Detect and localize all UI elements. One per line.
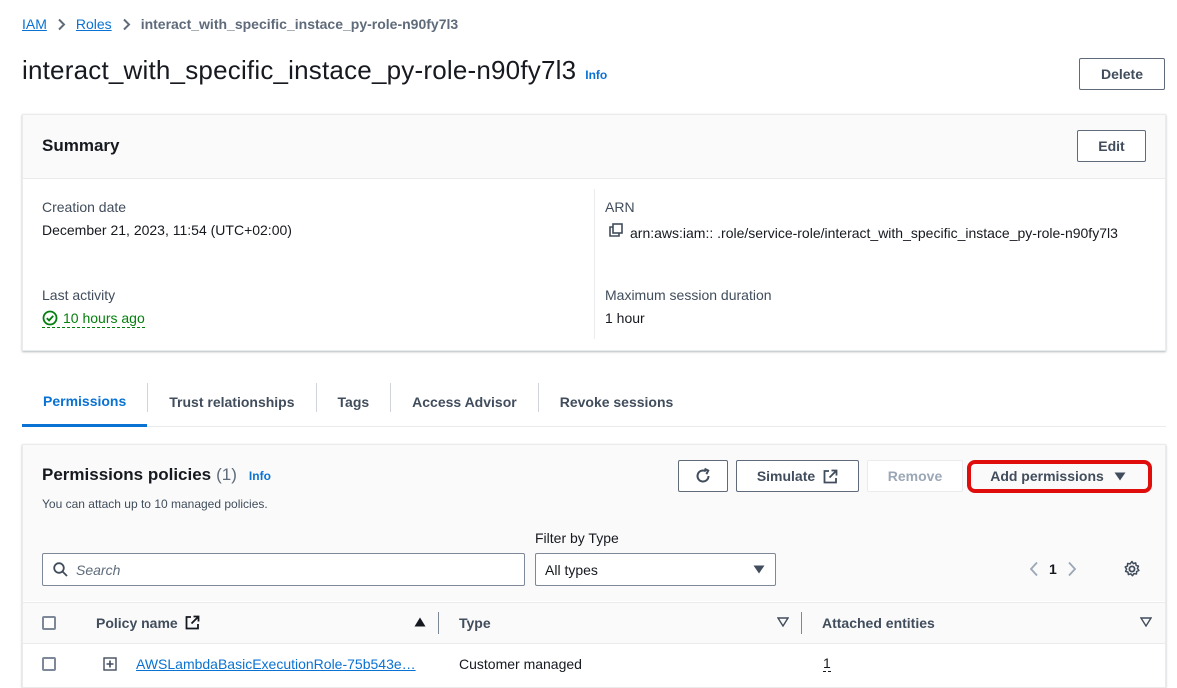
sort-icon[interactable] [1140, 617, 1152, 627]
breadcrumb-roles[interactable]: Roles [76, 16, 112, 32]
next-page-icon[interactable] [1067, 561, 1077, 577]
creation-date-value: December 21, 2023, 11:54 (UTC+02:00) [42, 222, 292, 238]
caret-down-icon [753, 565, 765, 574]
permissions-info-link[interactable]: Info [249, 469, 271, 483]
creation-date-label: Creation date [42, 199, 127, 215]
external-link-icon [185, 615, 200, 630]
sort-icon[interactable] [777, 617, 789, 627]
pagination: 1 [1029, 561, 1077, 577]
remove-button[interactable]: Remove [867, 460, 963, 492]
column-divider [594, 189, 595, 339]
external-link-icon [823, 469, 838, 484]
expand-icon[interactable] [103, 657, 117, 671]
last-activity-label: Last activity [42, 287, 116, 303]
column-attached-entities[interactable]: Attached entities [822, 615, 935, 631]
refresh-button[interactable] [678, 460, 728, 492]
summary-title: Summary [42, 136, 120, 155]
attached-entities-count[interactable]: 1 [823, 656, 831, 672]
column-divider [438, 612, 439, 634]
refresh-icon [694, 467, 712, 485]
tab-permissions[interactable]: Permissions [22, 378, 148, 427]
filter-type-select[interactable]: All types [535, 553, 776, 586]
select-all-checkbox[interactable] [42, 616, 56, 630]
search-field[interactable] [42, 553, 525, 586]
gear-icon[interactable] [1123, 560, 1141, 578]
breadcrumb-iam[interactable]: IAM [22, 16, 47, 32]
filter-type-value: All types [545, 561, 598, 578]
edit-button[interactable]: Edit [1077, 130, 1146, 162]
permissions-policies-container: Permissions policies (1) Info You can at… [22, 444, 1166, 688]
filter-by-type-label: Filter by Type [535, 530, 619, 546]
tab-revoke-sessions[interactable]: Revoke sessions [539, 378, 695, 426]
permissions-description: You can attach up to 10 managed policies… [42, 497, 268, 511]
previous-page-icon[interactable] [1029, 561, 1039, 577]
permissions-title-text: Permissions policies [42, 465, 212, 484]
tab-access-advisor[interactable]: Access Advisor [391, 378, 538, 426]
permissions-title: Permissions policies (1) Info [42, 465, 271, 485]
last-activity-text: 10 hours ago [63, 310, 145, 326]
add-permissions-label: Add permissions [990, 468, 1104, 484]
summary-header: Summary Edit [23, 115, 1165, 179]
sort-ascending-icon[interactable] [414, 617, 426, 627]
simulate-label: Simulate [756, 468, 816, 484]
arn-label: ARN [605, 199, 635, 215]
tab-bar: Permissions Trust relationships Tags Acc… [22, 378, 1166, 427]
info-link[interactable]: Info [585, 68, 607, 82]
policy-type: Customer managed [459, 656, 582, 672]
tab-tags[interactable]: Tags [317, 378, 391, 426]
simulate-button[interactable]: Simulate [736, 460, 859, 492]
page-number[interactable]: 1 [1049, 561, 1057, 577]
column-divider [801, 612, 802, 634]
last-activity-value[interactable]: 10 hours ago [42, 310, 145, 328]
add-permissions-button[interactable]: Add permissions [969, 460, 1147, 492]
search-icon [53, 562, 68, 577]
copy-icon[interactable] [609, 223, 623, 237]
permissions-count: (1) [216, 465, 237, 484]
summary-container: Summary Edit Creation date December 21, … [22, 114, 1166, 351]
max-session-label: Maximum session duration [605, 287, 772, 303]
delete-button[interactable]: Delete [1079, 58, 1165, 90]
tab-trust-relationships[interactable]: Trust relationships [148, 378, 315, 426]
check-circle-icon [42, 310, 58, 326]
page-title: interact_with_specific_instace_py-role-n… [22, 55, 577, 85]
column-type[interactable]: Type [459, 615, 491, 631]
column-policy-name-label: Policy name [96, 615, 178, 631]
breadcrumb: IAM Roles interact_with_specific_instace… [22, 14, 458, 34]
policy-name-link[interactable]: AWSLambdaBasicExecutionRole-75b543e… [136, 656, 416, 672]
table-row: AWSLambdaBasicExecutionRole-75b543e… Cus… [23, 644, 1165, 686]
chevron-right-icon [57, 18, 66, 31]
page-header: interact_with_specific_instace_py-role-n… [22, 55, 607, 86]
column-policy-name[interactable]: Policy name [96, 615, 200, 631]
max-session-value: 1 hour [605, 310, 645, 326]
caret-down-icon [1114, 472, 1126, 481]
arn-value: arn:aws:iam:: .role/service-role/interac… [630, 225, 1118, 241]
row-checkbox[interactable] [42, 657, 56, 671]
search-input[interactable] [76, 561, 496, 578]
chevron-right-icon [122, 18, 131, 31]
table-header: Policy name Type Attached entities [23, 602, 1165, 644]
breadcrumb-current: interact_with_specific_instace_py-role-n… [140, 16, 459, 32]
